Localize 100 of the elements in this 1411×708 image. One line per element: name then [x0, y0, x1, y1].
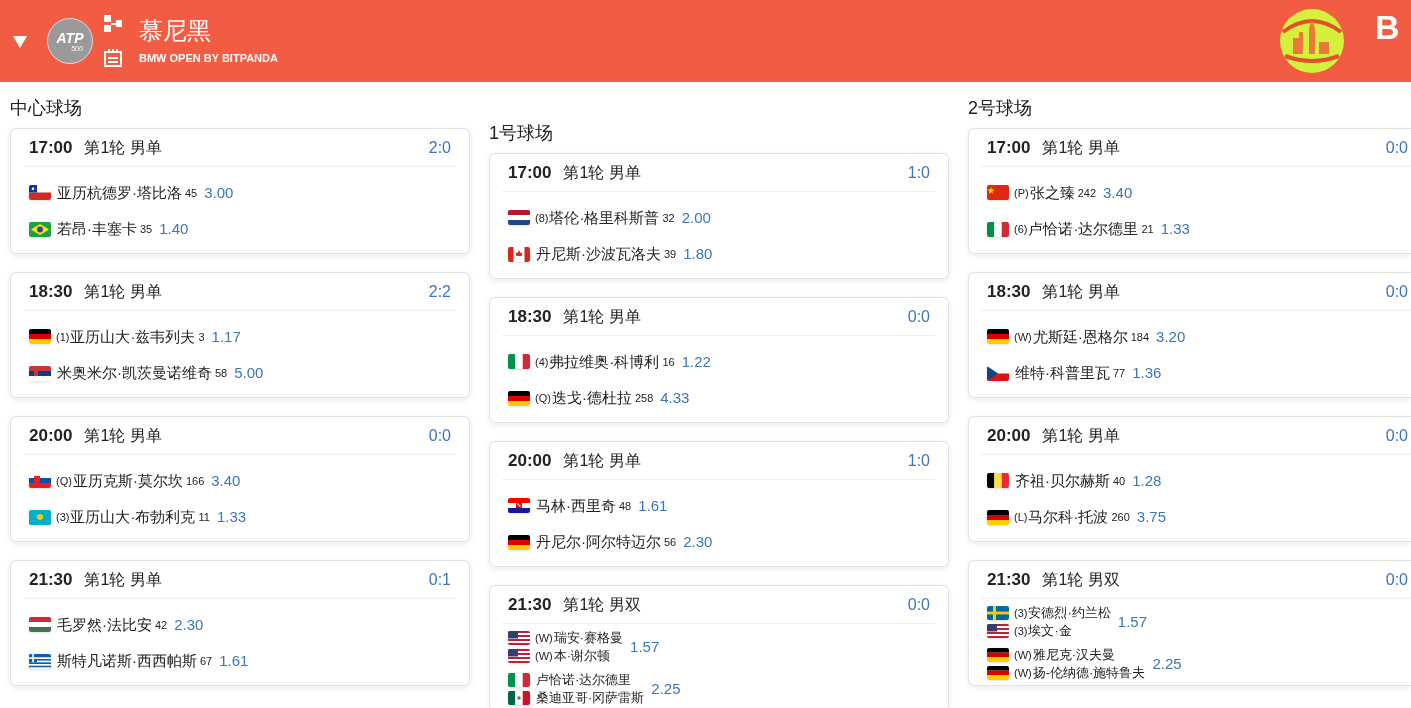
player-name: 扬-伦纳德·施特鲁夫 [1032, 664, 1146, 683]
match-score: 1:0 [907, 162, 930, 183]
player-name: 亚历克斯·莫尔坎 [72, 470, 183, 491]
player-name: 维特·科普里瓦 [1015, 363, 1110, 383]
player-rank: 260 [1111, 510, 1130, 525]
player-seed: (P) [1014, 185, 1029, 201]
match-score: 0:0 [1385, 281, 1408, 302]
player-odds: 1.28 [1132, 470, 1162, 491]
player-odds: 1.36 [1132, 363, 1162, 383]
player-rank: 242 [1077, 185, 1097, 201]
player-odds: 2.00 [681, 207, 711, 228]
player-odds: 4.33 [660, 388, 690, 408]
player-name: 米奥米尔·凯茨曼诺维奇 [57, 363, 212, 383]
match-score: 2:0 [428, 137, 451, 158]
match-time: 21:30 [987, 568, 1031, 591]
match-time: 17:00 [987, 136, 1031, 159]
player-name: 雅尼克·汉夫曼 [1032, 646, 1116, 665]
player-odds: 1.61 [219, 651, 249, 671]
match-card[interactable]: 17:00 第1轮 男单 2:0 亚历杭德罗·塔比洛 45 3.00 若昂·丰塞卡 35 1.40 [10, 128, 470, 254]
player-seed: (Q) [56, 473, 72, 489]
collapse-triangle-icon[interactable] [12, 33, 28, 49]
player-name: 卢恰诺·达尔德里 [1028, 219, 1139, 239]
calendar-icon[interactable] [103, 48, 123, 68]
player-name: 亚历山大·布勃利克 [70, 507, 196, 527]
player-name: 马尔科·托波 [1028, 507, 1109, 527]
match-card[interactable]: 18:30 第1轮 男单 0:0 (4)弗拉维奥·科博利 16 1.22 (Q)迭戈·德杜拉 258 4.33 [489, 297, 949, 423]
player-odds: 1.33 [216, 507, 247, 527]
player-rank: 58 [215, 366, 228, 381]
player-rank: 21 [1141, 222, 1154, 237]
match-round: 第1轮 男单 [84, 281, 162, 302]
player-rank: 35 [140, 222, 153, 237]
player-rank: 40 [1113, 473, 1126, 489]
player-name: 埃文·金 [1028, 622, 1072, 641]
tennis-ball-logo-drawing [1279, 8, 1345, 74]
match-score: 0:1 [428, 569, 451, 590]
player-rank: 184 [1130, 329, 1150, 345]
player-seed: (W) [1014, 329, 1032, 345]
player-odds: 1.57 [630, 636, 660, 657]
player-odds: 3.00 [204, 182, 234, 203]
match-time: 20:00 [29, 424, 73, 447]
match-card[interactable]: 20:00 第1轮 男单 0:0 齐祖·贝尔赫斯 40 1.28 (L)马尔科·托波 260 3.75 [968, 416, 1411, 542]
player-name: 桑迪亚哥·冈萨雷斯 [536, 689, 645, 708]
match-round: 第1轮 男单 [563, 162, 641, 183]
match-round: 第1轮 男单 [84, 569, 162, 590]
match-card[interactable]: 17:00 第1轮 男单 1:0 (8)塔伦·格里科斯普 32 2.00 丹尼斯·沙波瓦洛夫 39 1.80 [489, 153, 949, 279]
player-name: 弗拉维奥·科博利 [549, 351, 660, 372]
match-time: 21:30 [508, 593, 552, 616]
player-odds: 1.61 [638, 495, 668, 516]
player-odds: 1.80 [683, 244, 713, 264]
player-rank: 11 [198, 510, 210, 525]
match-score: 0:0 [907, 594, 930, 615]
match-round: 第1轮 男单 [1042, 137, 1120, 158]
player-name: 丹尼斯·沙波瓦洛夫 [536, 244, 661, 264]
player-name: 马林·西里奇 [536, 495, 616, 516]
player-seed: (Q) [535, 391, 551, 406]
brand-text: B [1375, 10, 1401, 44]
match-time: 17:00 [29, 136, 73, 159]
player-rank: 42 [155, 617, 168, 633]
player-odds: 1.22 [681, 351, 711, 372]
player-odds: 1.33 [1160, 219, 1190, 239]
match-card[interactable]: 20:00 第1轮 男单 0:0 (Q)亚历克斯·莫尔坎 166 3.40 (3)亚历山大·布勃利克 11 1.33 [10, 416, 470, 542]
bracket-icon[interactable] [103, 14, 123, 34]
player-odds: 2.30 [683, 532, 713, 552]
match-card[interactable]: 18:30 第1轮 男单 0:0 (W)尤斯廷·恩格尔 184 3.20 维特·科普里瓦 77 1.36 [968, 272, 1411, 398]
player-rank: 16 [662, 354, 675, 370]
match-card[interactable]: 17:00 第1轮 男单 0:0 (P)张之臻 242 3.40 (6)卢恰诺·达尔德里 21 1.33 [968, 128, 1411, 254]
match-card[interactable]: 20:00 第1轮 男单 1:0 马林·西里奇 48 1.61 丹尼尔·阿尔特迈尔 56 2.30 [489, 441, 949, 567]
player-name: 尤斯廷·恩格尔 [1032, 326, 1128, 347]
player-name: 迭戈·德杜拉 [551, 388, 632, 408]
player-seed: (1) [56, 329, 70, 345]
player-name: 斯特凡诺斯·西西帕斯 [57, 651, 197, 671]
player-rank: 3 [198, 329, 205, 345]
player-rank: 48 [619, 498, 632, 514]
player-name: 卢恰诺·达尔德里 [536, 671, 632, 690]
player-seed: (W) [535, 648, 553, 664]
player-rank: 67 [200, 654, 213, 669]
match-score: 0:0 [1385, 137, 1408, 158]
player-seed: (L) [1014, 510, 1028, 525]
match-card[interactable]: 21:30 第1轮 男单 0:1 毛罗然·法比安 42 2.30 斯特凡诺斯·西西帕斯 67 1.61 [10, 560, 470, 686]
court-heading: 2号球场 [968, 97, 1033, 120]
player-odds: 1.57 [1117, 611, 1147, 632]
player-odds: 3.40 [1103, 182, 1133, 203]
match-card[interactable]: 18:30 第1轮 男单 2:2 (1)亚历山大·兹韦列夫 3 1.17 米奥米尔·凯茨曼诺维奇 58 5.00 [10, 272, 470, 398]
player-name: 本·谢尔顿 [553, 647, 611, 666]
player-name: 亚历杭德罗·塔比洛 [57, 182, 182, 203]
player-rank: 39 [664, 247, 677, 262]
player-seed: (8) [535, 210, 549, 226]
player-rank: 45 [185, 185, 198, 201]
match-time: 18:30 [987, 280, 1031, 303]
court-heading: 1号球场 [489, 122, 554, 145]
player-rank: 32 [662, 210, 675, 226]
player-rank: 56 [664, 535, 677, 550]
player-name: 毛罗然·法比安 [57, 614, 152, 635]
player-name: 安德烈·约兰松 [1028, 604, 1111, 623]
match-time: 20:00 [508, 449, 552, 472]
match-score: 2:2 [428, 281, 451, 302]
player-odds: 1.17 [211, 326, 241, 347]
match-card[interactable]: 21:30 第1轮 男双 0:0 (3)安德烈·约兰松 (3)埃文·金 1.57 (W)雅尼克·汉夫曼 (W)扬-伦纳德·施特鲁夫 2.25 [968, 560, 1411, 686]
match-round: 第1轮 男单 [1042, 281, 1120, 302]
tournament-subtitle: BMW OPEN BY BITPANDA [139, 52, 278, 64]
